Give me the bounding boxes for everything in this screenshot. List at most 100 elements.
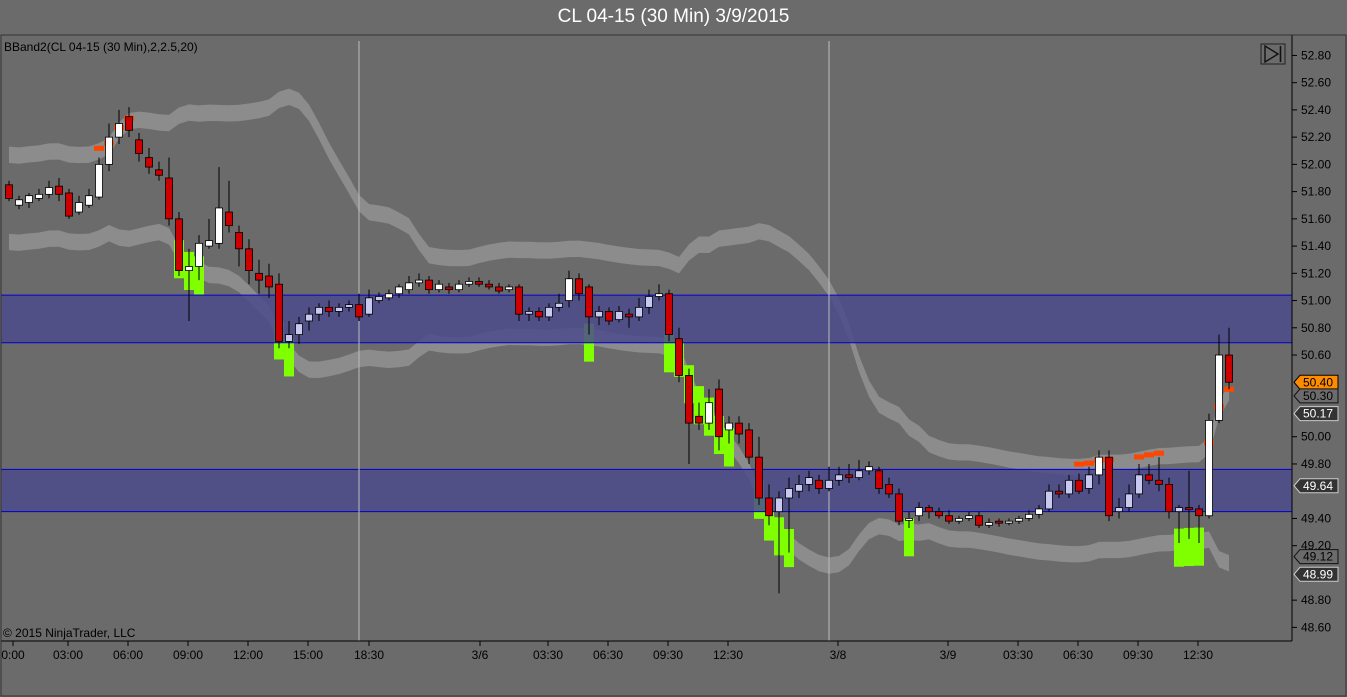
price-tag-label: 50.17 <box>1303 407 1333 421</box>
candle-up <box>595 311 603 318</box>
indicator-label: BBand2(CL 04-15 (30 Min),2,2.5,20) <box>4 40 198 54</box>
x-tick-label: 18:30 <box>354 648 384 662</box>
candle-up <box>835 474 843 481</box>
candle-down <box>925 507 933 513</box>
candle-up <box>1045 490 1053 510</box>
candle-up <box>615 311 623 321</box>
candle-down <box>695 415 703 424</box>
candle-up <box>215 207 223 244</box>
candle-up <box>825 479 833 489</box>
candle-up <box>905 518 913 521</box>
candle-up <box>195 242 203 267</box>
x-axis: 0:00 03:00 06:00 09:00 12:00 15:00 18:30 3/6 03:… <box>1 641 1213 662</box>
y-tick-label: 52.20 <box>1301 130 1331 144</box>
candle-up <box>115 123 123 138</box>
candle-up <box>635 306 643 318</box>
band-signal-down <box>1154 450 1164 456</box>
candle-up <box>205 240 213 247</box>
chart-canvas: 52.80 52.60 52.40 52.20 52.00 51.80 51.60 51.40… <box>0 34 1347 697</box>
candle-down <box>425 279 433 291</box>
candle-down <box>475 281 483 285</box>
candle-down <box>1155 479 1163 485</box>
candle-up <box>305 313 313 322</box>
x-tick-label: 09:00 <box>173 648 203 662</box>
band-signal-down <box>1074 461 1084 467</box>
candle-down <box>815 479 823 489</box>
candle-down <box>625 313 633 318</box>
candle-up <box>85 195 93 206</box>
candle-up <box>1175 507 1183 513</box>
candle-up <box>1095 456 1103 476</box>
candle-up <box>805 477 813 485</box>
candle-up <box>985 522 993 526</box>
candle-up <box>365 297 373 315</box>
candle-down <box>945 515 953 522</box>
y-tick-label: 51.60 <box>1301 212 1331 226</box>
candle-down <box>995 520 1003 524</box>
x-tick-label: 06:30 <box>1063 648 1093 662</box>
y-tick-label: 52.60 <box>1301 76 1331 90</box>
y-tick-label: 51.80 <box>1301 185 1331 199</box>
candle-up <box>405 282 413 291</box>
skip-to-end-icon[interactable] <box>1260 43 1286 65</box>
candle-down <box>495 286 503 292</box>
candle-down <box>895 493 903 522</box>
candle-down <box>745 429 753 458</box>
candle-up <box>645 296 653 308</box>
x-tick-label: 3/6 <box>472 648 489 662</box>
x-tick-label: 12:30 <box>1183 648 1213 662</box>
candle-down <box>605 311 613 322</box>
band-signal-down <box>1084 460 1094 466</box>
y-tick-label: 50.60 <box>1301 348 1331 362</box>
y-tick-label: 48.80 <box>1301 593 1331 607</box>
candle-down <box>445 286 453 291</box>
candle-down <box>735 422 743 435</box>
y-tick-label: 51.00 <box>1301 294 1331 308</box>
candle-up <box>1135 474 1143 495</box>
candle-up <box>1085 474 1093 489</box>
y-tick-label: 51.40 <box>1301 239 1331 253</box>
candle-down <box>65 192 73 217</box>
price-tag-label: 50.30 <box>1303 389 1333 403</box>
candle-up <box>785 488 793 499</box>
candle-down <box>225 211 233 227</box>
x-tick-label: 06:30 <box>593 648 623 662</box>
candle-up <box>185 266 193 271</box>
candle-up <box>465 281 473 285</box>
candle-down <box>875 470 883 489</box>
candle-down <box>665 293 673 335</box>
candle-down <box>1055 490 1063 495</box>
candle-down <box>135 139 143 154</box>
band-signal-down <box>1144 452 1154 458</box>
y-tick-label: 49.80 <box>1301 457 1331 471</box>
copyright-text: © 2015 NinjaTrader, LLC <box>3 626 136 640</box>
x-tick-label: 12:30 <box>713 648 743 662</box>
candle-up <box>1005 520 1013 524</box>
candle-down <box>175 218 183 271</box>
candle-down <box>355 304 363 318</box>
x-tick-label: 3/9 <box>940 648 957 662</box>
candle-up <box>1035 508 1043 515</box>
y-tick-label: 48.60 <box>1301 620 1331 634</box>
price-tags: 50.4050.30 50.17 49.64 49.12 48.99 <box>1293 374 1339 582</box>
candle-down <box>765 497 773 517</box>
candle-down <box>265 275 273 288</box>
candle-up <box>45 187 53 195</box>
candle-up <box>725 422 733 431</box>
candle-up <box>565 278 573 301</box>
candle-down <box>1165 483 1173 513</box>
candle-down <box>1075 479 1083 492</box>
candle-up <box>915 507 923 517</box>
candle-up <box>1025 513 1033 519</box>
candle-up <box>655 293 663 297</box>
candle-up <box>105 136 113 165</box>
candle-down <box>1105 456 1113 517</box>
x-tick-label: 15:00 <box>293 648 323 662</box>
candle-down <box>155 169 163 176</box>
x-tick-label: 03:30 <box>533 648 563 662</box>
x-tick-label: 09:30 <box>653 648 683 662</box>
candle-up <box>25 195 33 203</box>
candle-up <box>1015 518 1023 522</box>
candle-down <box>885 483 893 495</box>
candle-up <box>455 283 463 291</box>
